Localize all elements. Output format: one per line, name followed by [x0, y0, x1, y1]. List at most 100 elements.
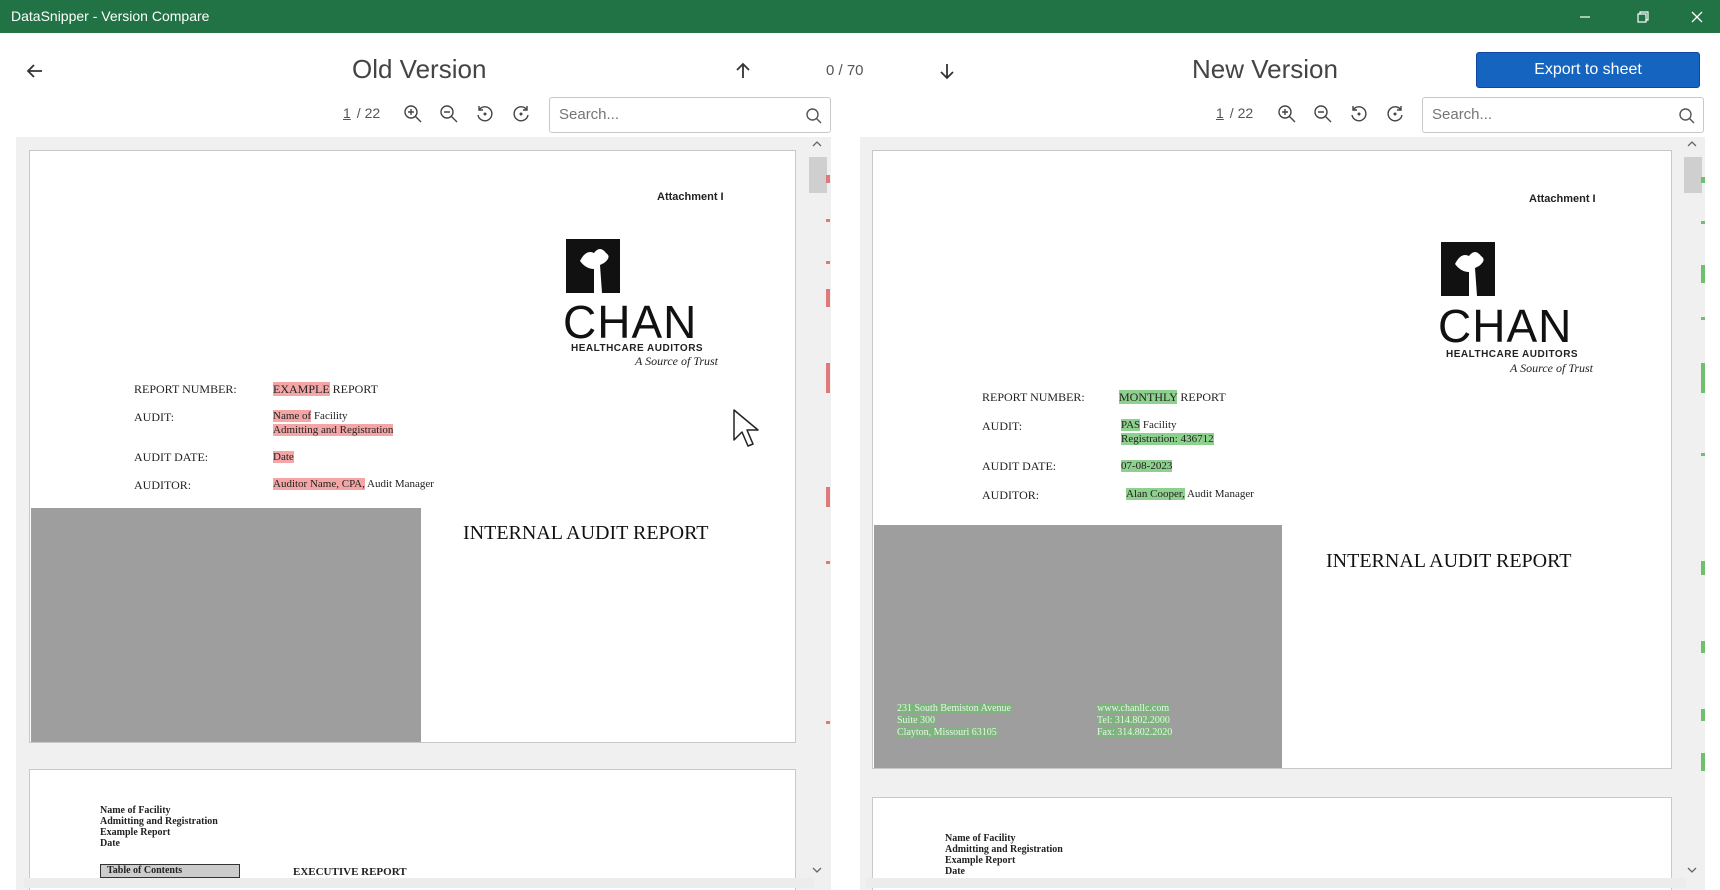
- old-page-current[interactable]: 1: [343, 105, 351, 121]
- change-marker[interactable]: [826, 175, 830, 183]
- change-marker[interactable]: [1701, 265, 1705, 283]
- rotate-left-icon: [1351, 106, 1367, 122]
- mouse-cursor-icon: [733, 409, 759, 447]
- added-text: Alan Cooper,: [1126, 488, 1185, 500]
- change-marker[interactable]: [1701, 363, 1705, 393]
- old-page-indicator: 1 / 22: [343, 105, 380, 121]
- scroll-thumb[interactable]: [809, 157, 827, 193]
- close-button[interactable]: [1674, 0, 1720, 33]
- change-marker[interactable]: [826, 721, 830, 724]
- added-text: PAS: [1121, 419, 1141, 431]
- old-search-input[interactable]: [559, 106, 797, 123]
- brand-tagline: A Source of Trust: [1510, 361, 1594, 375]
- search-icon: [806, 108, 822, 124]
- old-zoom-in-button[interactable]: [402, 103, 424, 125]
- audit-rest: Facility: [1140, 419, 1177, 431]
- change-marker[interactable]: [826, 261, 830, 264]
- audit-date-label: AUDIT DATE:: [982, 459, 1057, 473]
- report-number-value: MONTHLY REPORT: [1119, 390, 1226, 405]
- auditor-label: AUDITOR:: [982, 488, 1040, 502]
- attachment-label: Attachment I: [657, 191, 724, 203]
- report-title: INTERNAL AUDIT REPORT: [463, 522, 709, 544]
- zoom-out-icon: [440, 105, 458, 123]
- new-zoom-out-button[interactable]: [1312, 103, 1334, 125]
- removed-text: Name of: [273, 410, 312, 422]
- old-horizontal-scrollbar[interactable]: [24, 878, 814, 888]
- old-rotate-left-button[interactable]: [474, 103, 496, 125]
- exec-report-heading: EXECUTIVE REPORT: [293, 866, 407, 878]
- change-counter: 0 / 70: [826, 62, 864, 79]
- p2-line: Date: [945, 866, 965, 877]
- old-zoom-out-button[interactable]: [438, 103, 460, 125]
- down-arrow-icon: [940, 64, 954, 80]
- new-horizontal-scrollbar[interactable]: [866, 878, 1686, 888]
- new-page-current[interactable]: 1: [1216, 105, 1224, 121]
- next-change-button[interactable]: [936, 60, 958, 82]
- new-page-1: Attachment I CHAN HEALTHCARE AUDITORS A …: [872, 150, 1672, 769]
- new-document-viewer[interactable]: Attachment I CHAN HEALTHCARE AUDITORS A …: [860, 137, 1705, 890]
- change-marker[interactable]: [826, 561, 830, 564]
- new-search-box[interactable]: [1422, 97, 1704, 133]
- new-page-total: / 22: [1229, 105, 1254, 121]
- audit-date-label: AUDIT DATE:: [134, 450, 209, 464]
- zoom-out-icon: [1314, 105, 1332, 123]
- change-marker[interactable]: [826, 289, 830, 307]
- change-marker[interactable]: [826, 363, 830, 393]
- audit-value: PAS Facility: [1121, 419, 1177, 431]
- removed-text: EXAMPLE: [273, 382, 330, 396]
- export-to-sheet-button[interactable]: Export to sheet: [1476, 52, 1700, 88]
- change-marker[interactable]: [1701, 561, 1705, 575]
- old-page-2: Name of Facility Admitting and Registrat…: [29, 769, 796, 890]
- scroll-thumb[interactable]: [1684, 157, 1702, 193]
- change-marker[interactable]: [1701, 177, 1705, 183]
- removed-text: Auditor Name, CPA,: [273, 478, 365, 490]
- change-marker[interactable]: [826, 487, 830, 507]
- new-vertical-scrollbar[interactable]: [1682, 137, 1702, 877]
- minimize-icon: [1580, 15, 1590, 18]
- audit-date-value: Date: [273, 451, 294, 463]
- report-title: INTERNAL AUDIT REPORT: [1326, 550, 1572, 572]
- change-marker[interactable]: [1701, 641, 1705, 653]
- restore-button[interactable]: [1620, 0, 1666, 33]
- cover-image-block: 231 South Bemiston Avenue Suite 300 Clay…: [874, 525, 1282, 768]
- address-line: 231 South Bemiston Avenue: [897, 703, 1011, 714]
- change-marker[interactable]: [1701, 709, 1705, 721]
- new-zoom-in-button[interactable]: [1276, 103, 1298, 125]
- report-number-rest: REPORT: [1177, 390, 1226, 404]
- previous-change-button[interactable]: [732, 60, 754, 82]
- back-button[interactable]: [22, 58, 48, 84]
- rotate-right-icon: [1387, 106, 1403, 122]
- p2-line: Admitting and Registration: [945, 844, 1063, 855]
- old-rotate-right-button[interactable]: [510, 103, 532, 125]
- p2-line: Example Report: [100, 827, 171, 838]
- scroll-down-icon: [812, 867, 822, 873]
- audit-line-2: Admitting and Registration: [273, 424, 394, 436]
- change-marker[interactable]: [1701, 317, 1705, 320]
- new-rotate-left-button[interactable]: [1348, 103, 1370, 125]
- new-version-title: New Version: [1192, 54, 1338, 84]
- p2-line: Name of Facility: [100, 805, 171, 816]
- brand-name: CHAN: [1438, 300, 1573, 352]
- p2-line: Name of Facility: [945, 833, 1016, 844]
- audit-label: AUDIT:: [134, 410, 175, 424]
- change-marker[interactable]: [826, 219, 830, 222]
- address-block: 231 South Bemiston Avenue Suite 300 Clay…: [897, 703, 1011, 739]
- scroll-down-icon: [1687, 867, 1697, 873]
- minimize-button[interactable]: [1562, 0, 1608, 33]
- rotate-left-icon: [477, 106, 493, 122]
- old-vertical-scrollbar[interactable]: [807, 137, 827, 877]
- rotate-right-icon: [513, 106, 529, 122]
- old-page-1: Attachment I CHAN HEALTHCARE AUDITORS A …: [29, 150, 796, 743]
- change-marker[interactable]: [1701, 753, 1705, 771]
- old-version-title: Old Version: [352, 54, 487, 84]
- audit-rest: Facility: [311, 410, 348, 422]
- old-search-box[interactable]: [549, 97, 831, 133]
- old-document-viewer[interactable]: Attachment I CHAN HEALTHCARE AUDITORS A …: [16, 137, 831, 890]
- change-marker[interactable]: [1701, 221, 1705, 224]
- report-number-label: REPORT NUMBER:: [134, 382, 237, 396]
- change-marker[interactable]: [1701, 453, 1705, 456]
- zoom-in-icon: [404, 105, 422, 123]
- new-rotate-right-button[interactable]: [1384, 103, 1406, 125]
- new-search-input[interactable]: [1432, 106, 1670, 123]
- restore-icon: [1637, 10, 1649, 23]
